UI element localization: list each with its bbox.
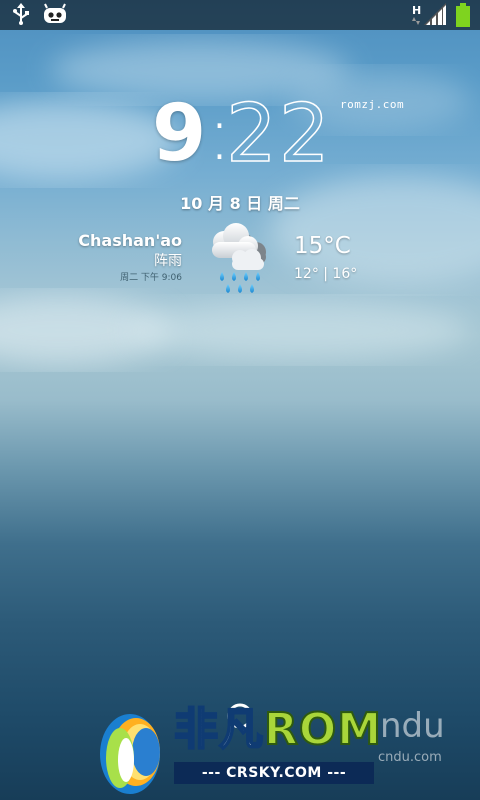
- weather-updated-time: 周二 下午 9:06: [120, 273, 182, 283]
- crsky-swirl-icon: [100, 714, 160, 794]
- current-temperature: 15°C: [294, 233, 351, 259]
- temperature-range: 12° | 16°: [294, 266, 358, 282]
- logo-wordmark: 非凡ROM: [173, 703, 383, 756]
- logo-rom-text: ROM: [263, 703, 383, 756]
- usb-icon: [12, 3, 30, 25]
- lock-screen: H 9 : 22 romzj.com 10 月 8 日 周二 Chashan'a…: [0, 0, 480, 800]
- weather-location-block[interactable]: Chashan'ao 阵雨 周二 下午 9:06: [78, 231, 182, 285]
- network-type-label: H: [412, 4, 421, 17]
- logo-cn-text: 非凡: [173, 703, 264, 756]
- logo-subtitle: --- CRSKY.COM ---: [174, 762, 374, 784]
- status-bar: H: [0, 0, 480, 30]
- date-label: 10 月 8 日 周二: [180, 194, 300, 213]
- cloud-rain-icon[interactable]: [206, 222, 272, 304]
- battery-icon: [456, 3, 470, 27]
- romzj-watermark: romzj.com: [340, 98, 405, 111]
- clock-minutes: 22: [225, 87, 332, 180]
- weather-condition: 阵雨: [154, 253, 182, 269]
- clock: 9 : 22: [0, 87, 480, 182]
- clock-hour: 9: [152, 89, 207, 179]
- signal-icon: H: [412, 3, 448, 27]
- crsky-logo: 非凡ROM --- CRSKY.COM ---: [90, 700, 390, 800]
- weather-city: Chashan'ao: [78, 231, 182, 250]
- cyanogenmod-icon: [42, 3, 68, 25]
- weather-temperature-block[interactable]: 15°C 12° | 16°: [294, 230, 357, 284]
